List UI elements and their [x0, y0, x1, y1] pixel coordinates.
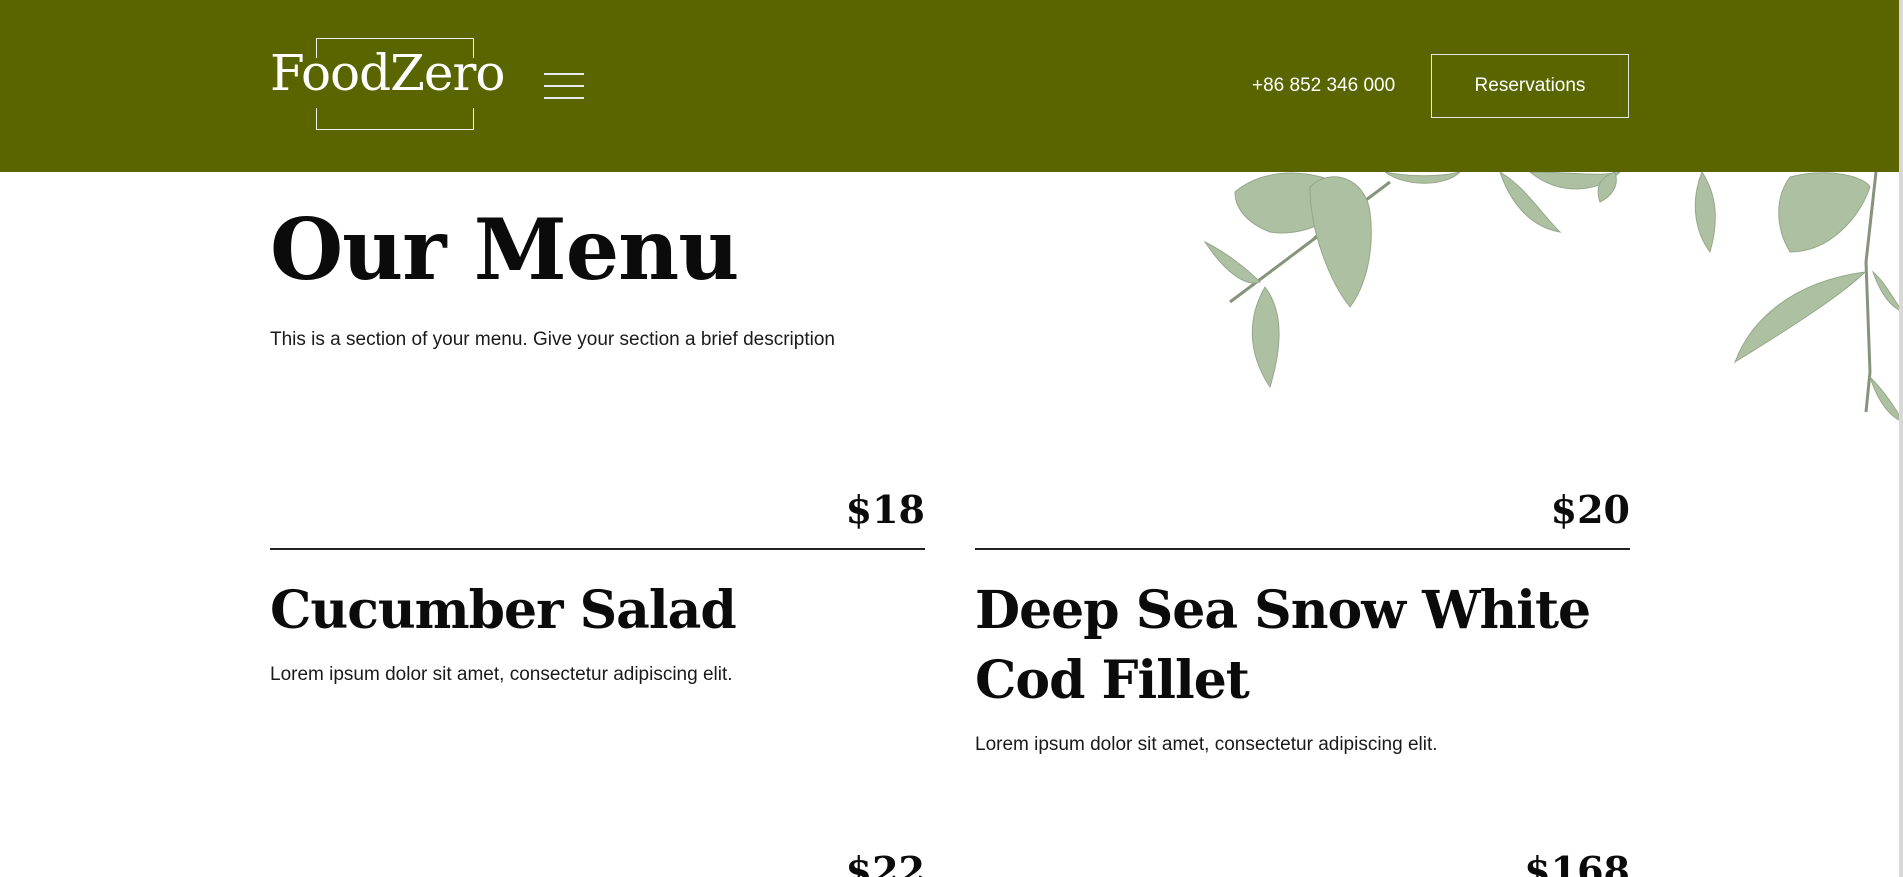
item-price: $20 — [1550, 487, 1630, 532]
item-description: Lorem ipsum dolor sit amet, consectetur … — [975, 734, 1438, 755]
item-name: Cucumber Salad — [270, 580, 737, 641]
item-description: Lorem ipsum dolor sit amet, consectetur … — [270, 664, 733, 685]
section-description: This is a section of your menu. Give you… — [270, 329, 835, 350]
item-price: $18 — [845, 487, 925, 532]
item-price: $22 — [845, 848, 925, 877]
page: FoodZero +86 852 346 000 Reservations Ou… — [0, 0, 1903, 877]
item-name: Deep Sea Snow White Cod Fillet — [975, 580, 1591, 711]
phone-number[interactable]: +86 852 346 000 — [1252, 75, 1395, 97]
item-price: $168 — [1524, 848, 1630, 877]
scrollbar[interactable] — [1899, 0, 1903, 877]
logo-text: FoodZero — [270, 44, 506, 102]
page-title: Our Menu — [270, 200, 739, 299]
hamburger-icon[interactable] — [544, 73, 584, 99]
reservations-button[interactable]: Reservations — [1431, 54, 1629, 118]
logo[interactable]: FoodZero — [270, 38, 532, 134]
leaves-illustration — [1203, 172, 1903, 423]
site-header: FoodZero +86 852 346 000 Reservations — [0, 0, 1903, 172]
divider — [270, 548, 925, 550]
divider — [975, 548, 1630, 550]
